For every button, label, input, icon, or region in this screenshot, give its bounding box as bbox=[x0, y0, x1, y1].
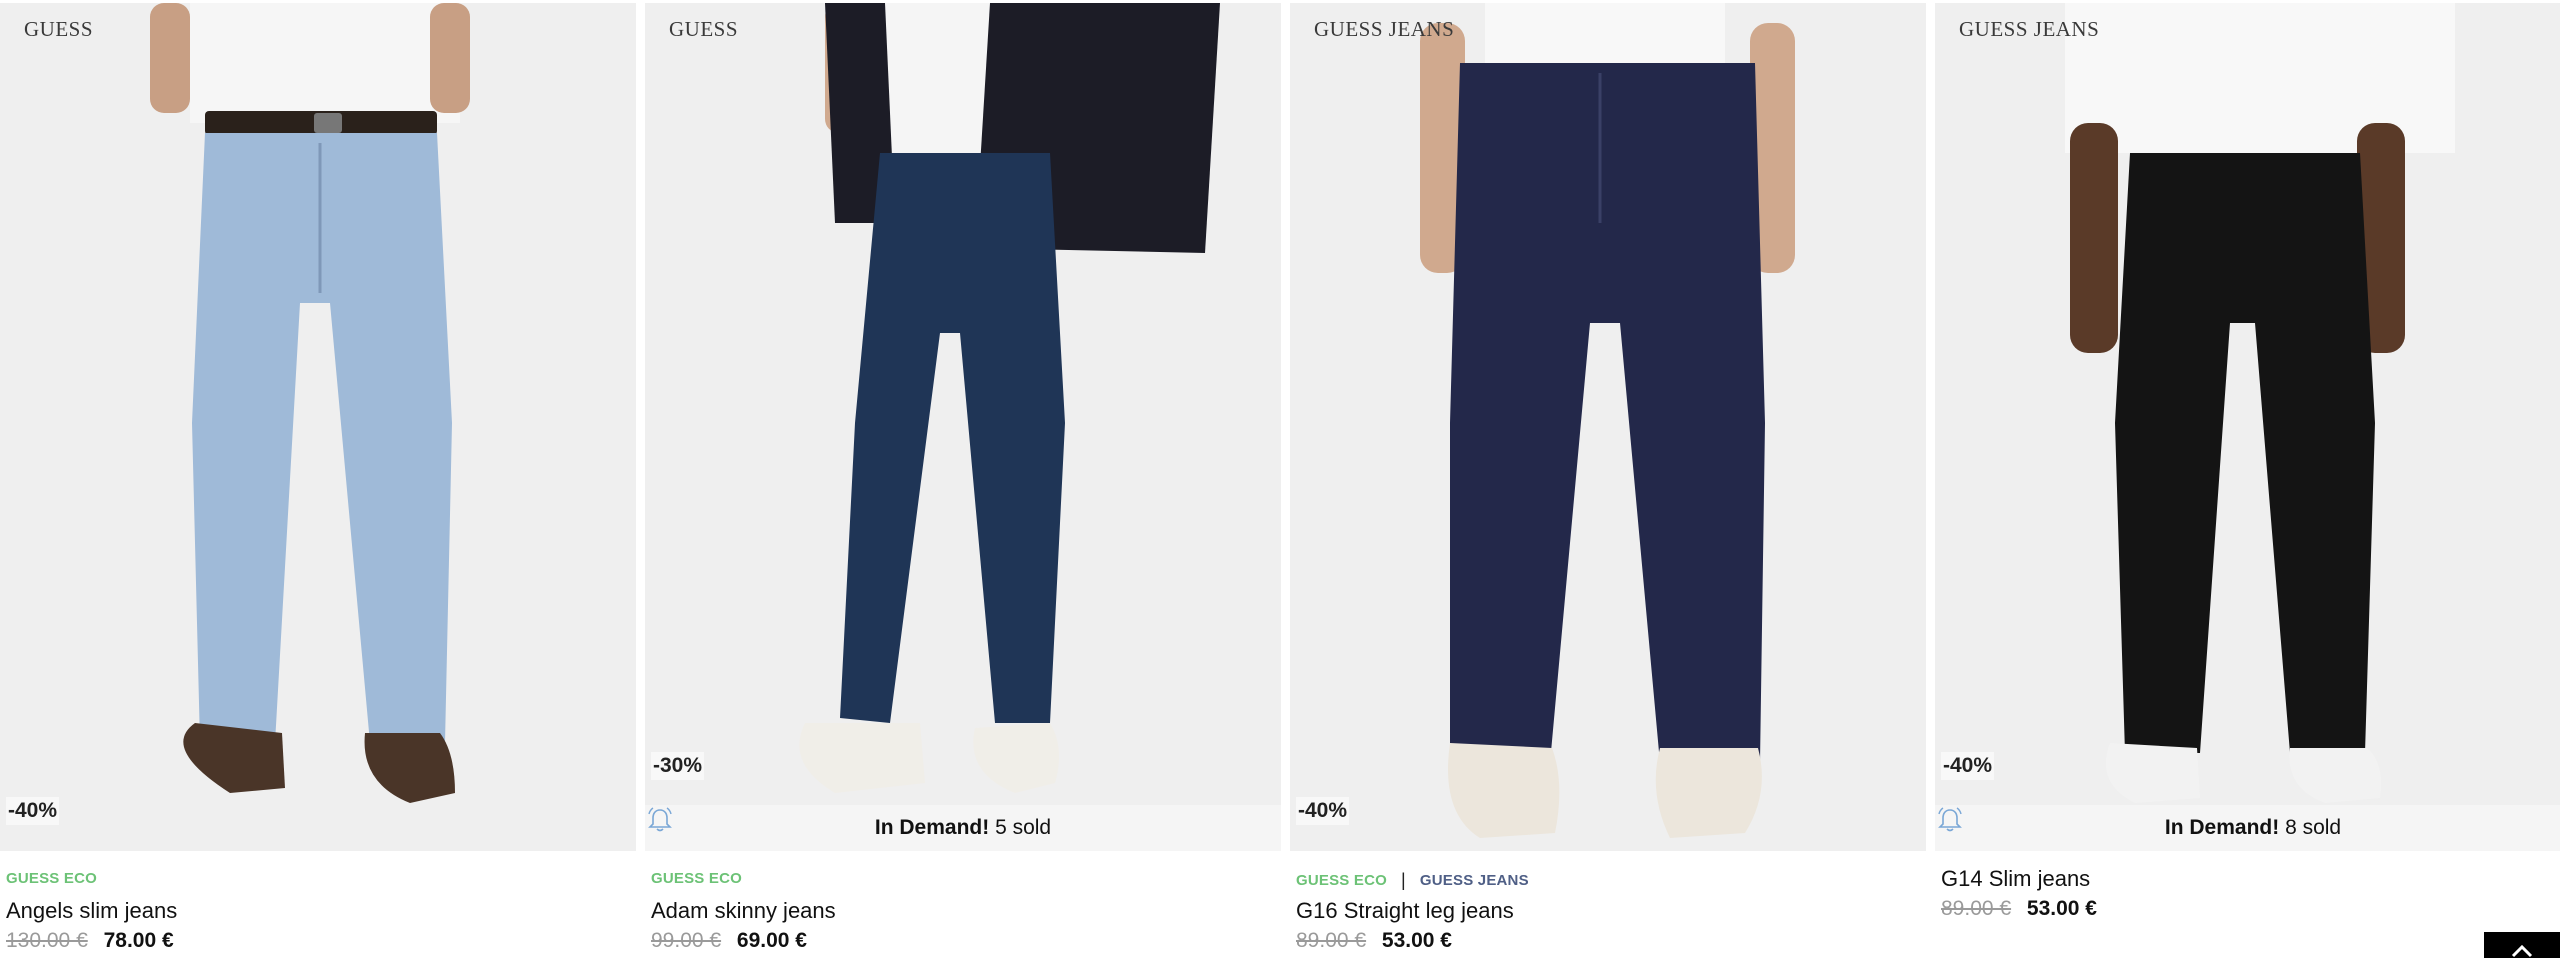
product-price: 130.00 € 78.00 € bbox=[6, 929, 174, 953]
eco-tag[interactable]: GUESS ECO bbox=[1296, 872, 1387, 889]
sold-count: 8 sold bbox=[2285, 816, 2342, 839]
sale-price: 53.00 € bbox=[1381, 929, 1452, 952]
jeans-tag[interactable]: GUESS JEANS bbox=[1420, 872, 1529, 889]
bell-icon bbox=[648, 807, 672, 832]
in-demand-label: In Demand! bbox=[874, 816, 990, 839]
product-card[interactable]: GUESS JEANS -40% GUESS ECO | GUESS JEANS… bbox=[1290, 0, 1926, 958]
product-image[interactable]: GUESS -30% In Demand! 5 sold bbox=[645, 3, 1281, 851]
eco-tag[interactable]: GUESS ECO bbox=[651, 870, 742, 887]
model-photo bbox=[1935, 3, 2560, 851]
product-price: 89.00 € 53.00 € bbox=[1296, 929, 1452, 953]
product-grid: GUESS -40% GUESS ECO Angels slim jeans 1… bbox=[0, 0, 2560, 958]
bell-icon bbox=[1938, 807, 1962, 832]
product-card[interactable]: GUESS -40% GUESS ECO Angels slim jeans 1… bbox=[0, 0, 636, 958]
product-name[interactable]: Adam skinny jeans bbox=[651, 898, 836, 924]
product-name[interactable]: G16 Straight leg jeans bbox=[1296, 898, 1514, 924]
discount-badge: -40% bbox=[1296, 797, 1350, 825]
original-price: 130.00 € bbox=[6, 929, 88, 952]
discount-badge: -40% bbox=[6, 797, 60, 825]
sold-count: 5 sold bbox=[995, 816, 1052, 839]
product-name[interactable]: Angels slim jeans bbox=[6, 898, 177, 924]
in-demand-banner: In Demand! 8 sold bbox=[1935, 805, 2560, 851]
product-price: 99.00 € 69.00 € bbox=[651, 929, 807, 953]
discount-badge: -40% bbox=[1941, 752, 1995, 780]
sale-price: 78.00 € bbox=[103, 929, 174, 952]
product-card[interactable]: GUESS -30% In Demand! 5 sold GUESS ECO A… bbox=[645, 0, 1281, 958]
in-demand-banner: In Demand! 5 sold bbox=[645, 805, 1281, 851]
original-price: 89.00 € bbox=[1296, 929, 1367, 952]
product-price: 89.00 € 53.00 € bbox=[1941, 897, 2097, 921]
model-photo bbox=[1290, 3, 1926, 851]
discount-badge: -30% bbox=[651, 752, 705, 780]
tag-separator: | bbox=[1401, 870, 1406, 890]
product-name[interactable]: G14 Slim jeans bbox=[1941, 866, 2090, 892]
brand-logo: GUESS JEANS bbox=[1959, 17, 2100, 41]
original-price: 89.00 € bbox=[1941, 897, 2012, 920]
back-to-top-button[interactable] bbox=[2484, 932, 2560, 958]
sale-price: 69.00 € bbox=[736, 929, 807, 952]
original-price: 99.00 € bbox=[651, 929, 722, 952]
model-photo bbox=[0, 3, 636, 851]
product-tags: GUESS ECO | GUESS JEANS bbox=[1296, 870, 1529, 891]
in-demand-label: In Demand! bbox=[2164, 816, 2280, 839]
brand-logo: GUESS JEANS bbox=[1314, 17, 1455, 41]
sale-price: 53.00 € bbox=[2026, 897, 2097, 920]
product-card[interactable]: GUESS JEANS -40% In Demand! 8 sold G14 S… bbox=[1935, 0, 2560, 958]
product-tags: GUESS ECO bbox=[6, 870, 97, 887]
product-image[interactable]: GUESS JEANS -40% In Demand! 8 sold bbox=[1935, 3, 2560, 851]
model-photo bbox=[645, 3, 1281, 851]
product-image[interactable]: GUESS JEANS -40% bbox=[1290, 3, 1926, 851]
product-tags: GUESS ECO bbox=[651, 870, 742, 887]
brand-logo: GUESS bbox=[24, 17, 94, 41]
brand-logo: GUESS bbox=[669, 17, 739, 41]
product-image[interactable]: GUESS -40% bbox=[0, 3, 636, 851]
eco-tag[interactable]: GUESS ECO bbox=[6, 870, 97, 887]
chevron-up-icon bbox=[2511, 944, 2533, 958]
